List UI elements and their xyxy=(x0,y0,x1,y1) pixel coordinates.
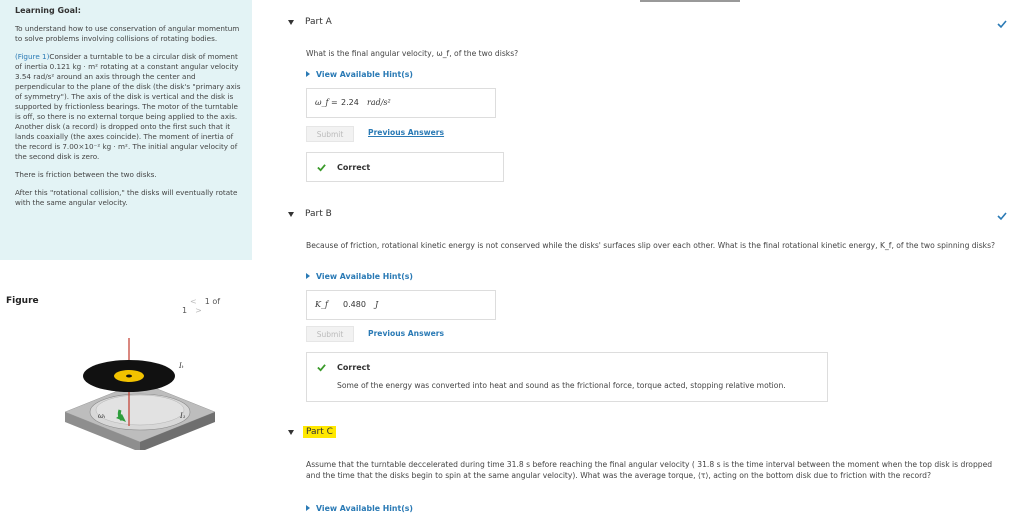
part-b-correct-box: Correct Some of the energy was converted… xyxy=(306,352,828,402)
learning-goal-paragraph-1a: Consider a turntable to be a circular di… xyxy=(15,52,241,121)
checkmark-icon xyxy=(997,20,1007,29)
learning-goal-paragraph-1b: Another disk (a record) is dropped onto … xyxy=(15,122,238,161)
part-a-answer-symbol: ω_f = xyxy=(315,98,338,107)
part-a-correct-label: Correct xyxy=(337,163,371,172)
learning-goal-panel: Learning Goal: To understand how to use … xyxy=(0,0,252,260)
part-b-answer-value[interactable]: 0.480 xyxy=(343,300,366,309)
record-hole xyxy=(126,374,132,378)
part-a-submit-button[interactable]: Submit xyxy=(306,126,354,142)
part-a-question: What is the final angular velocity, ω_f,… xyxy=(306,49,519,58)
part-a-correct-box: Correct xyxy=(306,152,504,182)
figure-header: Figure <1 of 1 > xyxy=(6,296,250,315)
left-panel: Learning Goal: To understand how to use … xyxy=(0,0,252,524)
caret-right-icon xyxy=(306,505,310,511)
learning-goal-paragraph-3: After this "rotational collision," the d… xyxy=(15,188,238,207)
part-a-header[interactable]: Part A xyxy=(282,16,1007,32)
part-b-submit-button[interactable]: Submit xyxy=(306,326,354,342)
figure-pager: <1 of 1 > xyxy=(182,297,250,315)
part-a-previous-answers-link[interactable]: Previous Answers xyxy=(368,128,444,137)
turntable-figure: ωᵢ Iₜ I₁ xyxy=(64,338,216,450)
part-a-hint-label: View Available Hint(s) xyxy=(316,70,413,79)
part-b-hint-label: View Available Hint(s) xyxy=(316,272,413,281)
part-a-label: Part A xyxy=(305,17,332,27)
part-b-previous-answers-link[interactable]: Previous Answers xyxy=(368,329,444,338)
caret-right-icon xyxy=(306,71,310,77)
omega-label: ωᵢ xyxy=(98,412,106,420)
part-a-hint-link[interactable]: View Available Hint(s) xyxy=(306,70,413,79)
right-panel: Part A What is the final angular velocit… xyxy=(282,0,1024,524)
part-c-label: Part C xyxy=(303,426,336,438)
part-a-answer-unit: rad/s² xyxy=(367,98,391,107)
part-c-hint-label: View Available Hint(s) xyxy=(316,504,413,513)
caret-right-icon xyxy=(306,273,310,279)
part-c-question: Assume that the turntable deccelerated d… xyxy=(306,460,993,480)
next-figure-arrow[interactable]: > xyxy=(195,306,202,315)
learning-goal-paragraph-2: There is friction between the two disks. xyxy=(15,170,157,179)
turntable-inertia-label: I₁ xyxy=(179,412,186,420)
record-inertia-label: Iₜ xyxy=(178,362,184,370)
part-b-question: Because of friction, rotational kinetic … xyxy=(306,241,996,250)
correct-check-icon xyxy=(317,364,326,372)
learning-goal-intro: To understand how to use conservation of… xyxy=(15,24,240,43)
part-b-answer-unit: J xyxy=(375,300,379,309)
part-c-hint-link[interactable]: View Available Hint(s) xyxy=(306,504,413,513)
collapse-triangle-icon[interactable] xyxy=(288,430,294,435)
part-b-label: Part B xyxy=(305,209,332,219)
correct-check-icon xyxy=(317,164,326,172)
part-a-answer-box[interactable]: ω_f = 2.24 rad/s² xyxy=(306,88,496,118)
turntable-platter-inner xyxy=(95,394,185,426)
part-c-header[interactable]: Part C xyxy=(282,426,1007,442)
part-b-hint-link[interactable]: View Available Hint(s) xyxy=(306,272,413,281)
learning-goal-paragraph-1: (Figure 1)Consider a turntable to be a c… xyxy=(15,52,244,162)
collapse-triangle-icon[interactable] xyxy=(288,212,294,217)
part-a-answer-value[interactable]: 2.24 xyxy=(341,98,359,107)
collapse-triangle-icon[interactable] xyxy=(288,20,294,25)
figure-link[interactable]: (Figure 1) xyxy=(15,52,49,61)
learning-goal-title: Learning Goal: xyxy=(15,6,81,15)
prev-figure-arrow[interactable]: < xyxy=(190,297,197,306)
part-b-correct-comment: Some of the energy was converted into he… xyxy=(337,381,786,390)
part-b-answer-symbol: K_f xyxy=(315,300,328,309)
part-b-header[interactable]: Part B xyxy=(282,208,1007,224)
part-b-correct-label: Correct xyxy=(337,363,371,372)
part-b-answer-box[interactable]: K_f 0.480 J xyxy=(306,290,496,320)
figure-title: Figure xyxy=(6,296,39,306)
checkmark-icon xyxy=(997,212,1007,221)
